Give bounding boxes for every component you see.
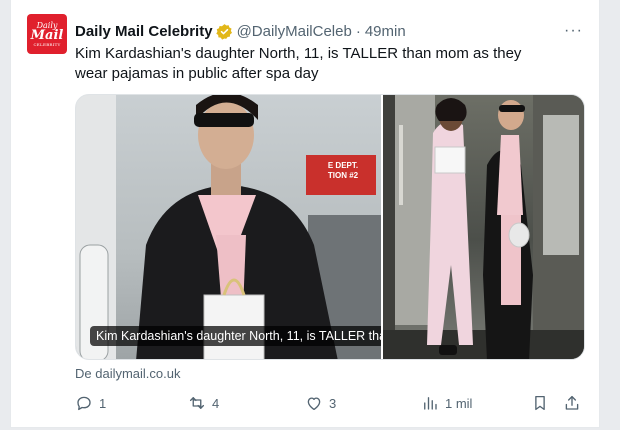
reply-button[interactable]: 1 xyxy=(75,394,106,412)
reply-count: 1 xyxy=(99,395,107,411)
author-name[interactable]: Daily Mail Celebrity xyxy=(75,23,213,40)
separator-dot: · xyxy=(355,22,361,40)
author-handle[interactable]: @DailyMailCeleb xyxy=(237,23,352,40)
sign-line-1: E DEPT. xyxy=(327,161,359,170)
bookmark-button[interactable] xyxy=(531,394,549,412)
verified-badge-icon[interactable] xyxy=(215,23,233,40)
tweet-header: Daily Mail Celebrity @DailyMailCeleb · 4… xyxy=(75,21,583,41)
retweet-count: 4 xyxy=(212,395,220,411)
retweet-button[interactable]: 4 xyxy=(188,394,219,412)
source-link[interactable]: De dailymail.co.uk xyxy=(75,366,181,381)
action-bar: 1 4 3 1 mil xyxy=(75,394,595,416)
media-card[interactable]: E DEPT. TION #2 Kim Kardashian's daughte… xyxy=(75,94,585,360)
avatar-line-2: Mail xyxy=(30,27,64,43)
share-icon xyxy=(565,395,579,410)
photo-left[interactable]: E DEPT. TION #2 Kim Kardashian's daughte… xyxy=(76,95,381,359)
photo-right-illustration xyxy=(382,95,584,359)
media-caption: Kim Kardashian's daughter North, 11, is … xyxy=(90,326,381,346)
sign-line-2: TION #2 xyxy=(327,171,359,180)
reply-icon xyxy=(77,396,91,411)
author-avatar[interactable]: Daily Mail CELEBRITY xyxy=(27,14,67,54)
views-icon xyxy=(424,397,437,410)
like-icon xyxy=(307,397,321,411)
like-button[interactable]: 3 xyxy=(305,394,336,412)
views-button[interactable]: 1 mil xyxy=(421,394,472,412)
share-button[interactable] xyxy=(563,394,581,412)
tweet-card[interactable]: Daily Mail CELEBRITY Daily Mail Celebrit… xyxy=(10,0,600,428)
tweet-timestamp[interactable]: 49min xyxy=(365,23,406,40)
photo-left-illustration xyxy=(76,95,381,359)
photo-right[interactable] xyxy=(382,95,584,359)
views-count: 1 mil xyxy=(445,395,473,411)
like-count: 3 xyxy=(329,395,337,411)
more-icon[interactable]: ··· xyxy=(564,22,583,40)
tweet-text: Kim Kardashian's daughter North, 11, is … xyxy=(75,45,522,82)
bookmark-icon xyxy=(535,395,545,411)
sign-text: E DEPT. TION #2 xyxy=(308,161,378,181)
retweet-icon xyxy=(189,397,205,409)
avatar-line-3: CELEBRITY xyxy=(33,41,61,47)
